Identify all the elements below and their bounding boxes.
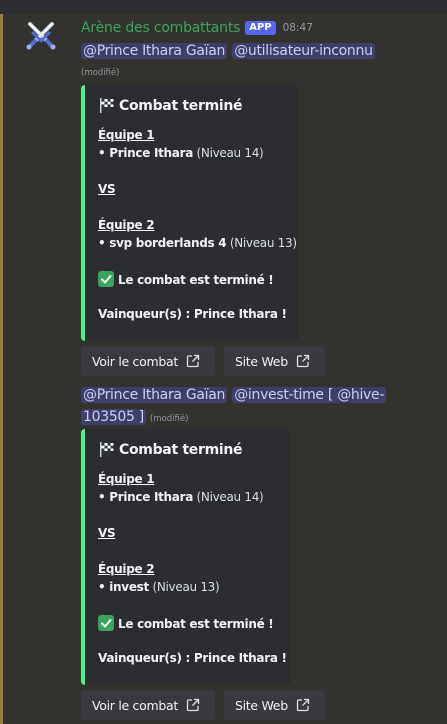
app-badge: APP bbox=[245, 21, 276, 35]
embed-card: Combat terminé Équipe 1 • Prince Ithara … bbox=[81, 85, 299, 341]
team2-label: Équipe 2 bbox=[98, 218, 155, 232]
button-label: Site Web bbox=[235, 697, 288, 713]
vs-label: VS bbox=[98, 182, 116, 196]
status-line: Le combat est terminé ! bbox=[98, 615, 274, 631]
team2-player: • svp borderlands 4 bbox=[98, 236, 227, 250]
team1-player: • Prince Ithara bbox=[98, 490, 194, 504]
embed-title-text: Combat terminé bbox=[119, 441, 243, 458]
button-label: Site Web bbox=[235, 353, 288, 369]
team2-entry: • invest (Niveau 13) bbox=[98, 580, 220, 594]
mentions-line: 103505 ] (modifié) bbox=[81, 406, 188, 429]
embed-card: Combat terminé Équipe 1 • Prince Ithara … bbox=[81, 429, 291, 685]
external-link-icon bbox=[186, 698, 200, 712]
view-combat-button[interactable]: Voir le combat bbox=[81, 346, 215, 376]
edited-label: (modifié) bbox=[149, 414, 189, 424]
vs-label: VS bbox=[98, 526, 116, 540]
team1-level: (Niveau 14) bbox=[196, 146, 264, 160]
team2-level: (Niveau 13) bbox=[152, 580, 220, 594]
button-label: Voir le combat bbox=[92, 697, 178, 713]
external-link-icon bbox=[296, 698, 309, 712]
winner-text: Vainqueur(s) : Prince Ithara ! bbox=[98, 307, 287, 321]
team1-level: (Niveau 14) bbox=[196, 490, 264, 504]
team1-entry: • Prince Ithara (Niveau 14) bbox=[98, 146, 264, 160]
team2-player: • invest bbox=[98, 580, 149, 594]
message-highlight-bar bbox=[0, 14, 3, 724]
author-name[interactable]: Arène des combattants bbox=[81, 20, 240, 36]
chequered-flag-icon bbox=[100, 442, 114, 457]
status-text: Le combat est terminé ! bbox=[118, 617, 274, 631]
mentions-line: @Prince Ithara Gaïan @utilisateur-inconn… bbox=[81, 40, 375, 61]
chat-view: Arène des combattants APP 08:47 @Prince … bbox=[0, 0, 447, 724]
team2-entry: • svp borderlands 4 (Niveau 13) bbox=[98, 236, 297, 250]
crossed-swords-icon[interactable] bbox=[24, 18, 58, 52]
chequered-flag-icon bbox=[100, 98, 114, 113]
team2-label: Équipe 2 bbox=[98, 562, 155, 576]
message-header: Arène des combattants APP 08:47 bbox=[81, 19, 313, 37]
user-mention[interactable]: @invest-time [ @hive- bbox=[232, 387, 387, 403]
embed-title-text: Combat terminé bbox=[119, 97, 243, 114]
status-line: Le combat est terminé ! bbox=[98, 271, 274, 287]
user-mention[interactable]: 103505 ] bbox=[81, 409, 146, 425]
view-combat-button[interactable]: Voir le combat bbox=[81, 690, 215, 720]
winner-text: Vainqueur(s) : Prince Ithara ! bbox=[98, 651, 287, 665]
team1-label: Équipe 1 bbox=[98, 128, 155, 142]
winner-line: Vainqueur(s) : Prince Ithara ! bbox=[98, 307, 287, 321]
winner-line: Vainqueur(s) : Prince Ithara ! bbox=[98, 651, 287, 665]
button-label: Voir le combat bbox=[92, 353, 178, 369]
external-link-icon bbox=[296, 354, 309, 368]
status-text: Le combat est terminé ! bbox=[118, 273, 274, 287]
user-mention[interactable]: @Prince Ithara Gaïan bbox=[81, 387, 228, 403]
team1-entry: • Prince Ithara (Niveau 14) bbox=[98, 490, 264, 504]
embed-title: Combat terminé bbox=[98, 441, 243, 458]
user-mention[interactable]: @utilisateur-inconnu bbox=[232, 43, 375, 59]
website-button[interactable]: Site Web bbox=[224, 346, 325, 376]
previous-message-area bbox=[0, 0, 447, 14]
embed-title: Combat terminé bbox=[98, 97, 243, 114]
timestamp[interactable]: 08:47 bbox=[283, 22, 313, 34]
check-mark-icon bbox=[98, 271, 114, 287]
website-button[interactable]: Site Web bbox=[224, 690, 325, 720]
team2-level: (Niveau 13) bbox=[229, 236, 297, 250]
edited-label: (modifié) bbox=[81, 68, 120, 78]
team1-player: • Prince Ithara bbox=[98, 146, 194, 160]
team1-label: Équipe 1 bbox=[98, 472, 155, 486]
check-mark-icon bbox=[98, 615, 114, 631]
external-link-icon bbox=[186, 354, 200, 368]
mentions-line: @Prince Ithara Gaïan @invest-time [ @hiv… bbox=[81, 384, 387, 405]
user-mention[interactable]: @Prince Ithara Gaïan bbox=[81, 43, 228, 59]
